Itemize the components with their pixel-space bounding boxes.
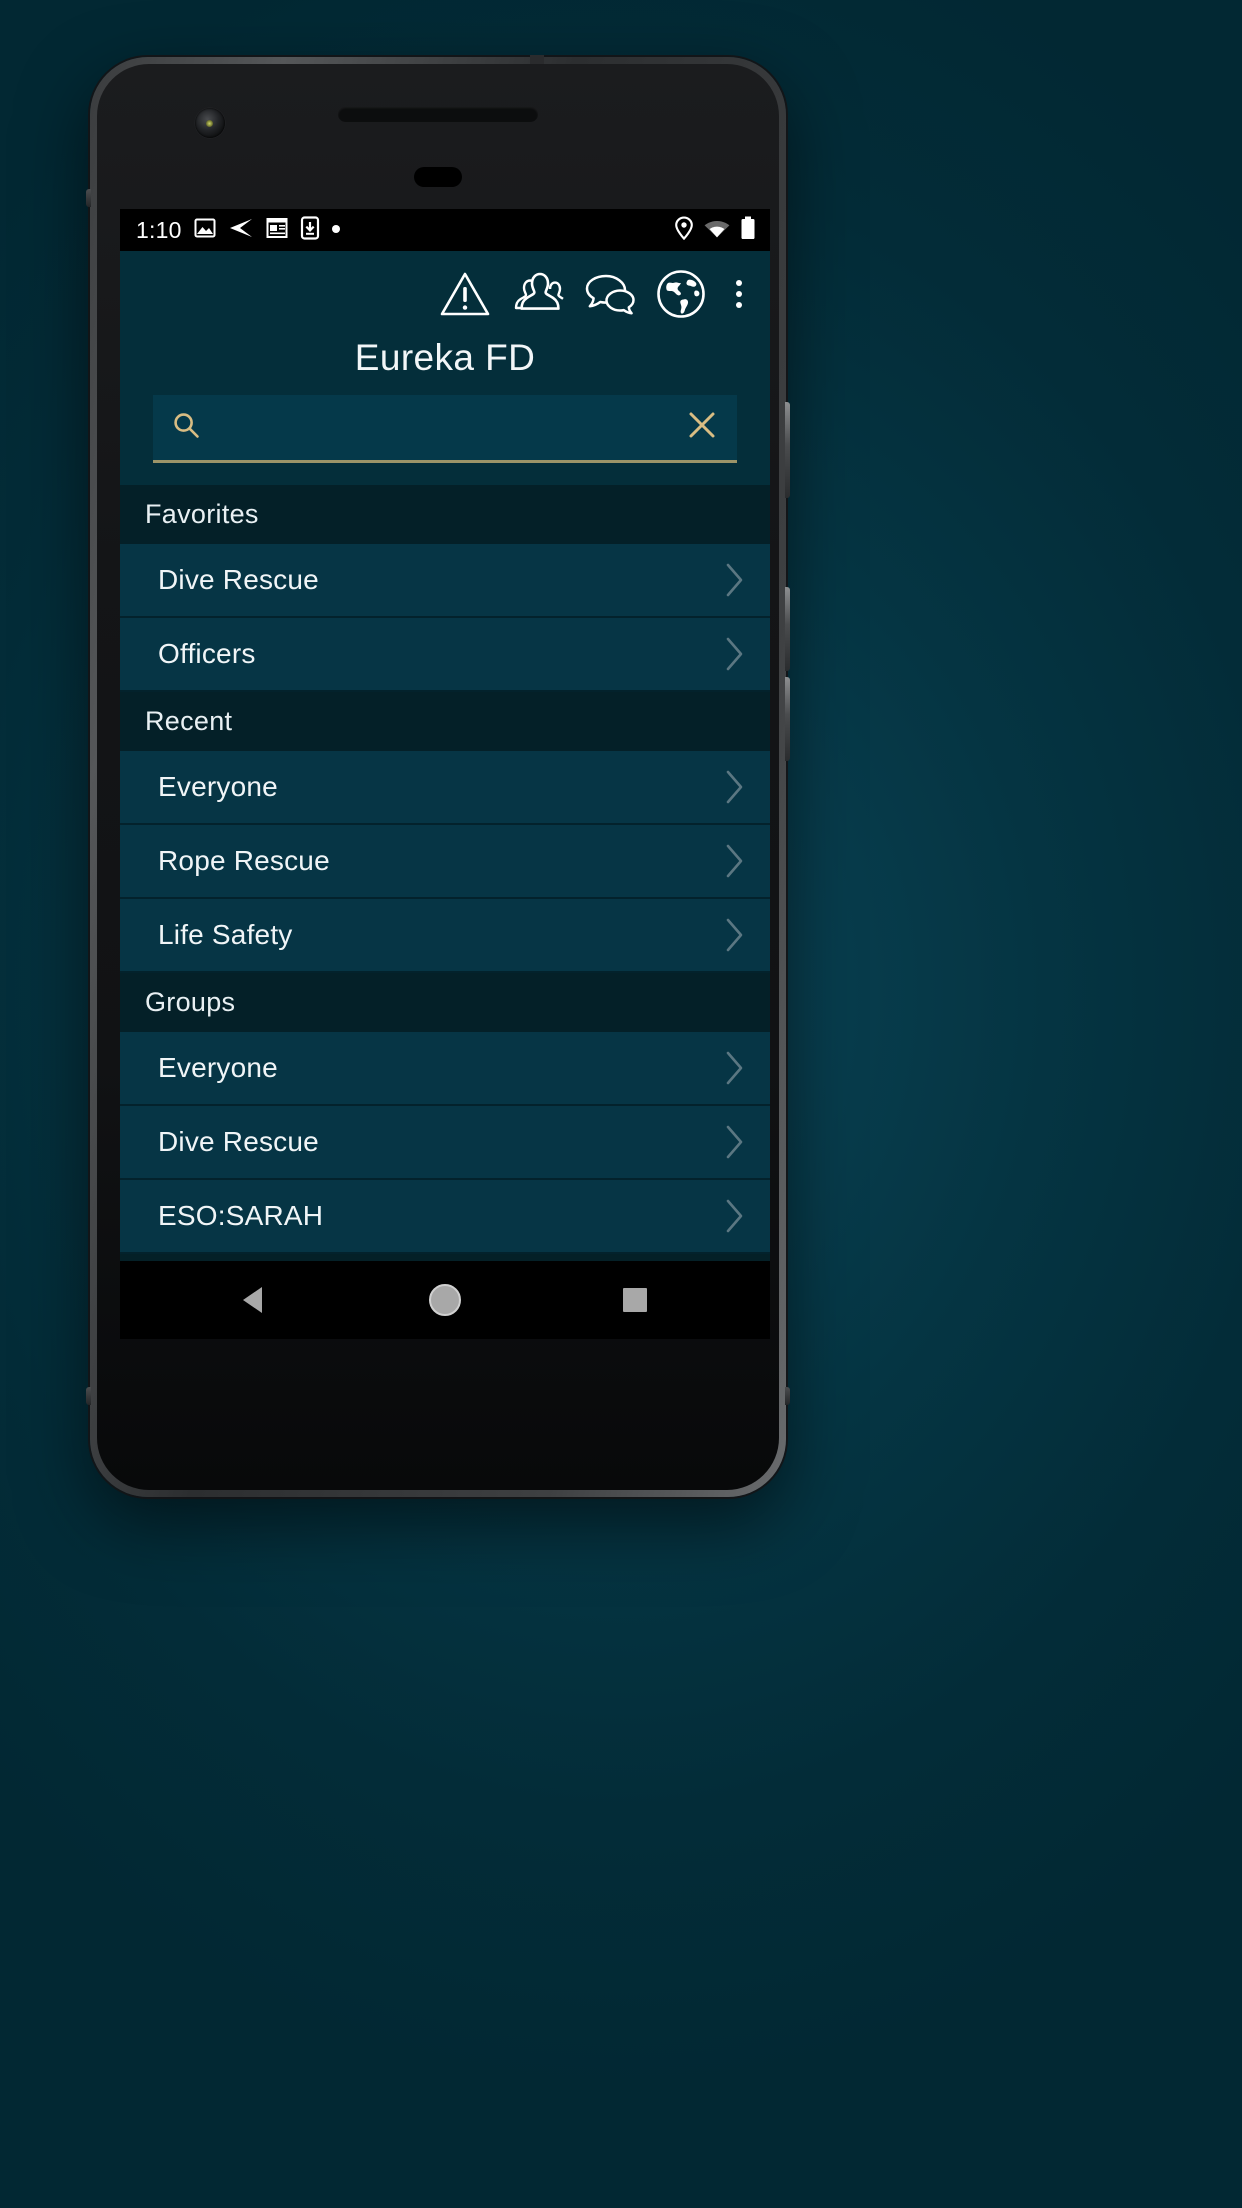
list-item-label: Everyone: [158, 771, 278, 802]
volume-up-button[interactable]: [785, 677, 790, 761]
list-item-label: Everyone: [158, 1052, 278, 1083]
antenna-notch-right-bottom: [785, 1387, 790, 1405]
list-item[interactable]: ESO:SARAH: [120, 1180, 770, 1254]
section-header: Groups: [120, 973, 770, 1032]
list-item-label: Dive Rescue: [158, 564, 319, 595]
phone-screen: 1:10 Eureka FD Favorites Dive Rescue Off…: [120, 209, 770, 1339]
clear-icon[interactable]: [685, 408, 719, 447]
status-time: 1:10: [136, 216, 182, 243]
back-button[interactable]: [210, 1261, 300, 1339]
list-item[interactable]: Dive Rescue: [120, 1106, 770, 1180]
list-item[interactable]: Everyone: [120, 751, 770, 825]
search-input[interactable]: [201, 413, 685, 442]
section-header: Recent: [120, 692, 770, 751]
volume-down-button[interactable]: [785, 587, 790, 671]
section-header: Favorites: [120, 485, 770, 544]
list-item[interactable]: Rope Rescue: [120, 825, 770, 899]
status-bar: 1:10: [120, 209, 770, 251]
list-item-label: Officers: [158, 638, 256, 669]
chevron-right-icon: [722, 1196, 748, 1236]
globe-icon[interactable]: [654, 267, 708, 321]
search-icon: [171, 410, 201, 445]
list-item[interactable]: Dive Rescue: [120, 544, 770, 618]
chevron-right-icon: [722, 915, 748, 955]
news-icon: [265, 216, 289, 245]
wifi-icon: [704, 218, 730, 243]
chevron-right-icon: [722, 634, 748, 674]
chevron-right-icon: [722, 1122, 748, 1162]
overflow-dot-3: [736, 302, 742, 308]
more-notifications-dot-icon: [331, 221, 341, 239]
search-box[interactable]: [153, 395, 737, 463]
phone-device: 1:10 Eureka FD Favorites Dive Rescue Off…: [86, 55, 790, 1497]
front-camera-icon: [195, 108, 225, 138]
list-item-label: Rope Rescue: [158, 845, 330, 876]
earpiece-speaker: [338, 107, 538, 122]
power-button[interactable]: [785, 402, 790, 498]
overflow-menu-icon[interactable]: [724, 267, 754, 321]
page-title: Eureka FD: [354, 337, 536, 378]
alert-icon[interactable]: [438, 267, 492, 321]
list-item[interactable]: Life Safety: [120, 899, 770, 973]
contacts-group-icon[interactable]: [510, 267, 564, 321]
antenna-notch-left-top: [86, 189, 91, 207]
app-bar: Eureka FD: [120, 251, 770, 485]
recents-button[interactable]: [590, 1261, 680, 1339]
overflow-dot-2: [736, 291, 742, 297]
send-icon: [228, 217, 254, 244]
app-bar-actions: [120, 261, 770, 323]
list-item[interactable]: Officers: [120, 618, 770, 692]
chevron-right-icon: [722, 767, 748, 807]
battery-icon: [740, 216, 756, 245]
location-pin-icon: [674, 216, 694, 245]
home-button[interactable]: [400, 1261, 490, 1339]
chevron-right-icon: [722, 1048, 748, 1088]
contacts-list: Favorites Dive Rescue Officers Recent Everyo…: [120, 485, 770, 1339]
phone-bezel: 1:10 Eureka FD Favorites Dive Rescue Off…: [97, 64, 779, 1490]
overflow-dot-1: [736, 280, 742, 286]
list-item-label: Life Safety: [158, 919, 293, 950]
download-to-phone-icon: [300, 215, 320, 245]
list-item-label: Dive Rescue: [158, 1126, 319, 1157]
proximity-sensor: [414, 167, 462, 187]
chat-bubbles-icon[interactable]: [582, 267, 636, 321]
search-container: [120, 395, 770, 485]
antenna-notch-left-bottom: [86, 1387, 91, 1405]
image-icon: [193, 216, 217, 245]
chevron-right-icon: [722, 841, 748, 881]
status-bar-right: [674, 216, 756, 245]
chevron-right-icon: [722, 560, 748, 600]
list-item-label: ESO:SARAH: [158, 1200, 324, 1231]
status-bar-left: 1:10: [136, 215, 674, 245]
list-item[interactable]: Everyone: [120, 1032, 770, 1106]
android-nav-bar: [120, 1261, 770, 1339]
